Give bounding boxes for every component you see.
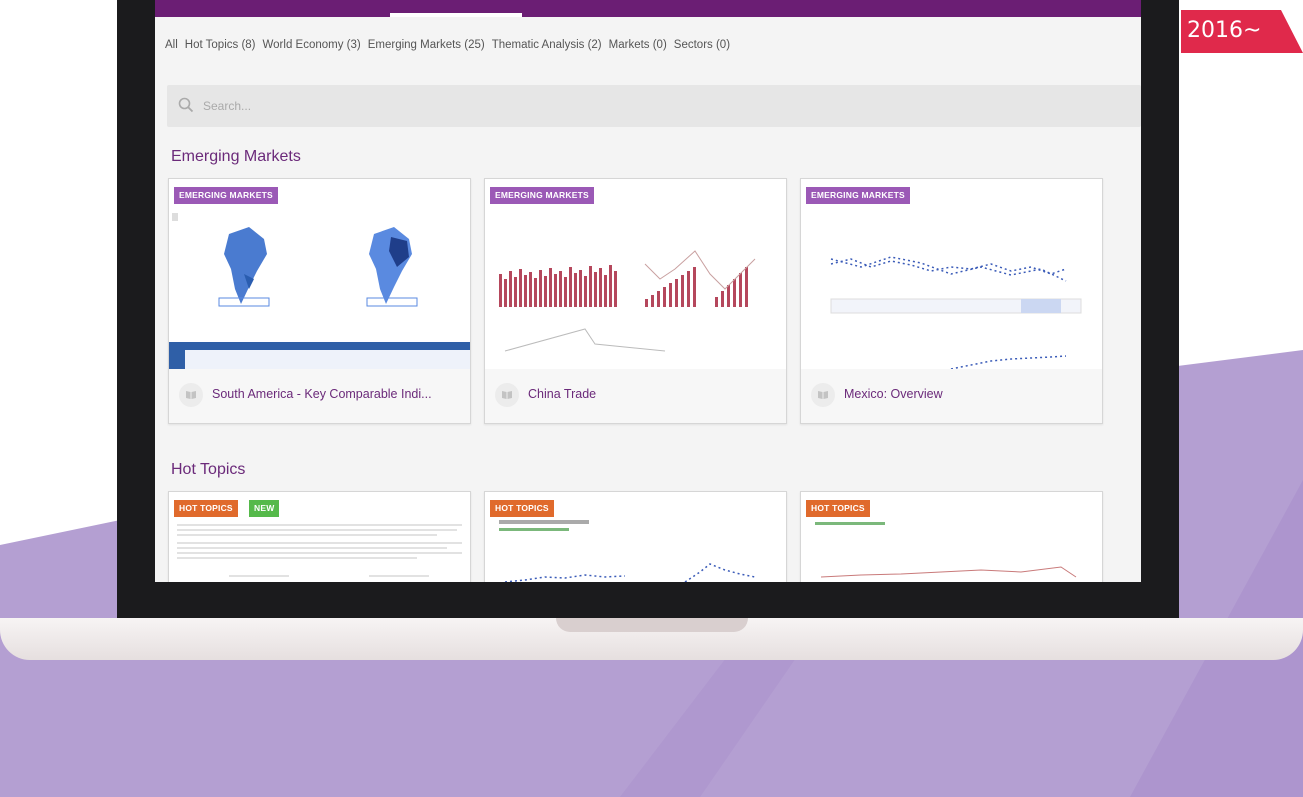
line-chart-thumbnail-image: [830, 256, 1082, 369]
category-badge: EMERGING MARKETS: [490, 187, 594, 204]
filter-sectors[interactable]: Sectors (0): [674, 39, 730, 51]
category-badge: HOT TOPICS: [806, 500, 870, 517]
card-title: Mexico: Overview: [844, 387, 943, 401]
card-hot-topic-3[interactable]: HOT TOPICS: [800, 491, 1103, 582]
section-title-hot-topics: Hot Topics: [171, 461, 246, 478]
search-bar: [167, 85, 1141, 127]
filter-emerging-markets[interactable]: Emerging Markets (25): [368, 39, 485, 51]
card-footer: China Trade: [485, 369, 786, 423]
laptop-screen: All Hot Topics (8) World Economy (3) Eme…: [155, 0, 1141, 582]
card-footer: Mexico: Overview: [801, 369, 1102, 423]
card-title: China Trade: [528, 387, 597, 401]
bar-chart-thumbnail-image: [497, 250, 756, 352]
card-china-trade[interactable]: EMERGING MARKETS China Trade: [484, 178, 787, 424]
card-thumbnail: EMERGING MARKETS: [169, 179, 470, 369]
card-thumbnail: HOT TOPICS: [485, 492, 786, 582]
card-footer: South America - Key Comparable Indi...: [169, 369, 470, 423]
sticker-text: 2016~: [1187, 18, 1262, 43]
category-badge: HOT TOPICS: [174, 500, 238, 517]
section-title-emerging-markets: Emerging Markets: [171, 148, 301, 165]
filter-world-economy[interactable]: World Economy (3): [263, 39, 361, 51]
card-thumbnail: EMERGING MARKETS: [485, 179, 786, 369]
card-thumbnail: HOT TOPICS NEW: [169, 492, 470, 582]
book-icon: [495, 383, 519, 407]
filter-hot-topics[interactable]: Hot Topics (8): [185, 39, 256, 51]
book-icon: [811, 383, 835, 407]
app-header-bar: [155, 0, 1141, 17]
search-icon: [178, 97, 194, 113]
filter-markets[interactable]: Markets (0): [609, 39, 667, 51]
new-badge: NEW: [249, 500, 280, 517]
map-thumbnail-image: [169, 213, 470, 369]
card-hot-topic-2[interactable]: HOT TOPICS: [484, 491, 787, 582]
card-thumbnail: HOT TOPICS: [801, 492, 1102, 582]
search-input[interactable]: [203, 96, 603, 116]
category-filter-nav: All Hot Topics (8) World Economy (3) Eme…: [165, 39, 730, 51]
active-tab-indicator: [390, 13, 522, 17]
card-thumbnail: EMERGING MARKETS: [801, 179, 1102, 369]
category-badge: EMERGING MARKETS: [806, 187, 910, 204]
filter-thematic-analysis[interactable]: Thematic Analysis (2): [492, 39, 602, 51]
card-mexico-overview[interactable]: EMERGING MARKETS Mexico: Overview: [800, 178, 1103, 424]
filter-all[interactable]: All: [165, 39, 178, 51]
category-badge: EMERGING MARKETS: [174, 187, 278, 204]
card-south-america[interactable]: EMERGING MARKETS South America - Key Com…: [168, 178, 471, 424]
book-icon: [179, 383, 203, 407]
category-badge: HOT TOPICS: [490, 500, 554, 517]
laptop-notch: [556, 618, 748, 632]
year-sticker: 2016~: [1181, 10, 1303, 53]
card-hot-topic-1[interactable]: HOT TOPICS NEW: [168, 491, 471, 582]
card-title: South America - Key Comparable Indi...: [212, 387, 432, 401]
